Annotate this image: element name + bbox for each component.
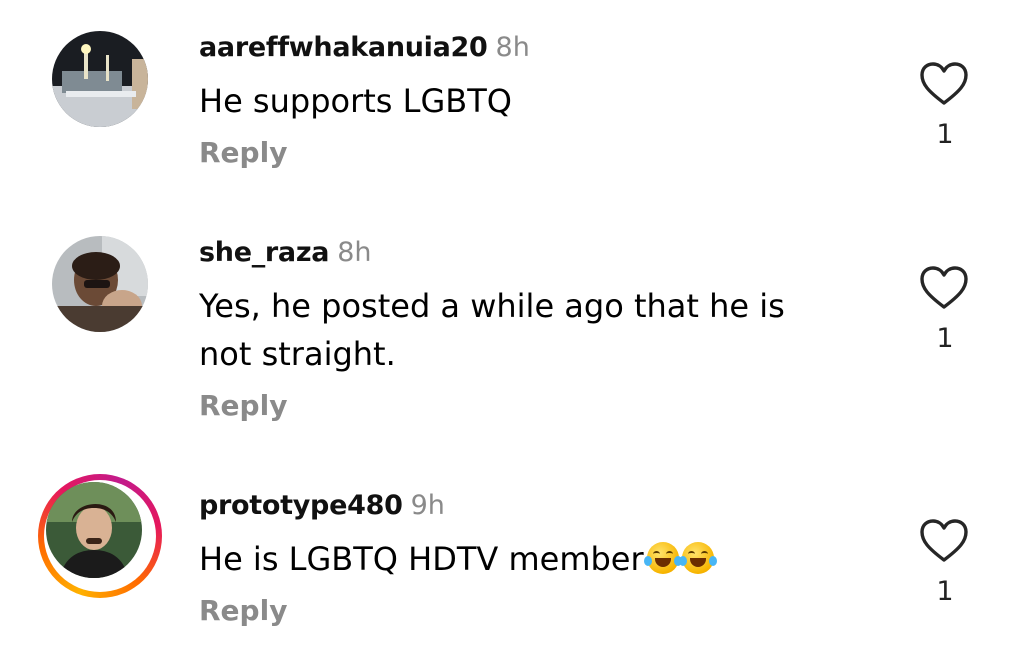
avatar[interactable] (52, 31, 148, 127)
comment-text-line: Yes, he posted a while ago that he is (199, 287, 785, 325)
username[interactable]: prototype480 (199, 490, 403, 521)
like-button[interactable] (918, 264, 970, 312)
comment-header: she_raza 8h (199, 238, 371, 268)
avatar[interactable] (52, 236, 148, 332)
timestamp: 9h (410, 490, 445, 521)
timestamp: 8h (337, 237, 372, 268)
like-count: 1 (936, 576, 954, 607)
face-with-tears-of-joy-icon (643, 542, 682, 574)
comment-header: aareffwhakanuia20 8h (199, 33, 530, 63)
comment-header: prototype480 9h (199, 491, 445, 521)
username[interactable]: she_raza (199, 237, 329, 268)
like-button[interactable] (918, 517, 970, 565)
reply-button[interactable]: Reply (199, 594, 287, 627)
comment-text: He is LGBTQ HDTV member (199, 535, 879, 583)
story-ring[interactable] (38, 474, 162, 598)
comment-text-line: not straight. (199, 335, 396, 373)
comment-text-line: He supports LGBTQ (199, 82, 512, 120)
comment-text: He supports LGBTQ (199, 77, 879, 125)
avatar-photo-icon (52, 31, 148, 127)
comment-text-line: He is LGBTQ HDTV member (199, 535, 879, 583)
face-with-tears-of-joy-icon (678, 542, 717, 574)
comment-text-content: He is LGBTQ HDTV member (199, 540, 644, 578)
heart-icon (920, 519, 968, 562)
like-count: 1 (936, 323, 954, 354)
reply-button[interactable]: Reply (199, 136, 287, 169)
like-count: 1 (936, 119, 954, 150)
reply-button[interactable]: Reply (199, 389, 287, 422)
avatar[interactable] (46, 482, 142, 578)
like-button[interactable] (918, 60, 970, 108)
avatar-photo-icon (52, 236, 148, 332)
timestamp: 8h (495, 32, 530, 63)
heart-icon (920, 62, 968, 105)
comment-text: Yes, he posted a while ago that he is no… (199, 282, 879, 378)
username[interactable]: aareffwhakanuia20 (199, 32, 488, 63)
avatar-photo-icon (46, 482, 142, 578)
heart-icon (920, 266, 968, 309)
